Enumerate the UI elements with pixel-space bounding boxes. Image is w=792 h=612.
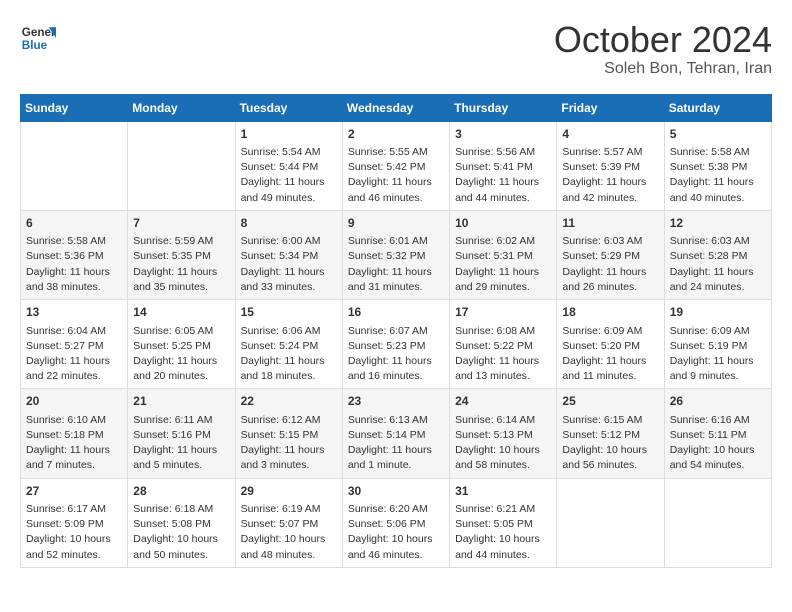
calendar-cell [557, 478, 664, 567]
svg-text:Blue: Blue [22, 39, 48, 52]
calendar-cell: 16Sunrise: 6:07 AMSunset: 5:23 PMDayligh… [342, 300, 449, 389]
month-title: October 2024 [554, 20, 772, 60]
calendar-week-1: 1Sunrise: 5:54 AMSunset: 5:44 PMDaylight… [21, 121, 772, 210]
calendar-cell: 14Sunrise: 6:05 AMSunset: 5:25 PMDayligh… [128, 300, 235, 389]
calendar-header: SundayMondayTuesdayWednesdayThursdayFrid… [21, 94, 772, 121]
day-number: 30 [348, 483, 444, 500]
calendar-cell [128, 121, 235, 210]
calendar-cell: 1Sunrise: 5:54 AMSunset: 5:44 PMDaylight… [235, 121, 342, 210]
title-block: October 2024 Soleh Bon, Tehran, Iran [554, 20, 772, 78]
calendar-cell: 9Sunrise: 6:01 AMSunset: 5:32 PMDaylight… [342, 210, 449, 299]
calendar-week-2: 6Sunrise: 5:58 AMSunset: 5:36 PMDaylight… [21, 210, 772, 299]
calendar-cell: 7Sunrise: 5:59 AMSunset: 5:35 PMDaylight… [128, 210, 235, 299]
day-number: 19 [670, 304, 766, 321]
day-number: 21 [133, 393, 229, 410]
location-subtitle: Soleh Bon, Tehran, Iran [554, 60, 772, 78]
page-header: General Blue October 2024 Soleh Bon, Teh… [20, 20, 772, 78]
calendar-week-5: 27Sunrise: 6:17 AMSunset: 5:09 PMDayligh… [21, 478, 772, 567]
calendar-cell [21, 121, 128, 210]
weekday-header-saturday: Saturday [664, 94, 771, 121]
day-number: 20 [26, 393, 122, 410]
day-number: 9 [348, 215, 444, 232]
calendar-cell: 26Sunrise: 6:16 AMSunset: 5:11 PMDayligh… [664, 389, 771, 478]
day-number: 29 [241, 483, 337, 500]
day-number: 3 [455, 126, 551, 143]
calendar-cell: 15Sunrise: 6:06 AMSunset: 5:24 PMDayligh… [235, 300, 342, 389]
weekday-header-wednesday: Wednesday [342, 94, 449, 121]
calendar-cell: 13Sunrise: 6:04 AMSunset: 5:27 PMDayligh… [21, 300, 128, 389]
calendar-table: SundayMondayTuesdayWednesdayThursdayFrid… [20, 94, 772, 568]
calendar-cell: 18Sunrise: 6:09 AMSunset: 5:20 PMDayligh… [557, 300, 664, 389]
day-number: 12 [670, 215, 766, 232]
day-number: 10 [455, 215, 551, 232]
day-number: 14 [133, 304, 229, 321]
calendar-cell: 23Sunrise: 6:13 AMSunset: 5:14 PMDayligh… [342, 389, 449, 478]
calendar-cell: 25Sunrise: 6:15 AMSunset: 5:12 PMDayligh… [557, 389, 664, 478]
day-number: 31 [455, 483, 551, 500]
calendar-cell: 3Sunrise: 5:56 AMSunset: 5:41 PMDaylight… [450, 121, 557, 210]
day-number: 8 [241, 215, 337, 232]
calendar-cell: 21Sunrise: 6:11 AMSunset: 5:16 PMDayligh… [128, 389, 235, 478]
weekday-header-tuesday: Tuesday [235, 94, 342, 121]
calendar-cell: 22Sunrise: 6:12 AMSunset: 5:15 PMDayligh… [235, 389, 342, 478]
day-number: 28 [133, 483, 229, 500]
day-number: 26 [670, 393, 766, 410]
calendar-cell: 10Sunrise: 6:02 AMSunset: 5:31 PMDayligh… [450, 210, 557, 299]
logo: General Blue [20, 20, 56, 56]
calendar-cell [664, 478, 771, 567]
weekday-header-friday: Friday [557, 94, 664, 121]
day-number: 23 [348, 393, 444, 410]
day-number: 1 [241, 126, 337, 143]
calendar-cell: 29Sunrise: 6:19 AMSunset: 5:07 PMDayligh… [235, 478, 342, 567]
day-number: 16 [348, 304, 444, 321]
calendar-cell: 4Sunrise: 5:57 AMSunset: 5:39 PMDaylight… [557, 121, 664, 210]
day-number: 5 [670, 126, 766, 143]
calendar-cell: 11Sunrise: 6:03 AMSunset: 5:29 PMDayligh… [557, 210, 664, 299]
day-number: 17 [455, 304, 551, 321]
calendar-cell: 24Sunrise: 6:14 AMSunset: 5:13 PMDayligh… [450, 389, 557, 478]
weekday-header-monday: Monday [128, 94, 235, 121]
weekday-header-sunday: Sunday [21, 94, 128, 121]
calendar-cell: 27Sunrise: 6:17 AMSunset: 5:09 PMDayligh… [21, 478, 128, 567]
calendar-cell: 28Sunrise: 6:18 AMSunset: 5:08 PMDayligh… [128, 478, 235, 567]
day-number: 15 [241, 304, 337, 321]
calendar-cell: 6Sunrise: 5:58 AMSunset: 5:36 PMDaylight… [21, 210, 128, 299]
day-number: 25 [562, 393, 658, 410]
calendar-cell: 20Sunrise: 6:10 AMSunset: 5:18 PMDayligh… [21, 389, 128, 478]
day-number: 4 [562, 126, 658, 143]
calendar-cell: 31Sunrise: 6:21 AMSunset: 5:05 PMDayligh… [450, 478, 557, 567]
calendar-cell: 2Sunrise: 5:55 AMSunset: 5:42 PMDaylight… [342, 121, 449, 210]
calendar-cell: 30Sunrise: 6:20 AMSunset: 5:06 PMDayligh… [342, 478, 449, 567]
day-number: 13 [26, 304, 122, 321]
calendar-cell: 19Sunrise: 6:09 AMSunset: 5:19 PMDayligh… [664, 300, 771, 389]
calendar-cell: 8Sunrise: 6:00 AMSunset: 5:34 PMDaylight… [235, 210, 342, 299]
calendar-week-3: 13Sunrise: 6:04 AMSunset: 5:27 PMDayligh… [21, 300, 772, 389]
calendar-cell: 17Sunrise: 6:08 AMSunset: 5:22 PMDayligh… [450, 300, 557, 389]
day-number: 2 [348, 126, 444, 143]
logo-icon: General Blue [20, 20, 56, 56]
calendar-cell: 12Sunrise: 6:03 AMSunset: 5:28 PMDayligh… [664, 210, 771, 299]
day-number: 22 [241, 393, 337, 410]
calendar-cell: 5Sunrise: 5:58 AMSunset: 5:38 PMDaylight… [664, 121, 771, 210]
day-number: 11 [562, 215, 658, 232]
day-number: 24 [455, 393, 551, 410]
day-number: 6 [26, 215, 122, 232]
calendar-week-4: 20Sunrise: 6:10 AMSunset: 5:18 PMDayligh… [21, 389, 772, 478]
day-number: 7 [133, 215, 229, 232]
weekday-header-thursday: Thursday [450, 94, 557, 121]
day-number: 27 [26, 483, 122, 500]
day-number: 18 [562, 304, 658, 321]
